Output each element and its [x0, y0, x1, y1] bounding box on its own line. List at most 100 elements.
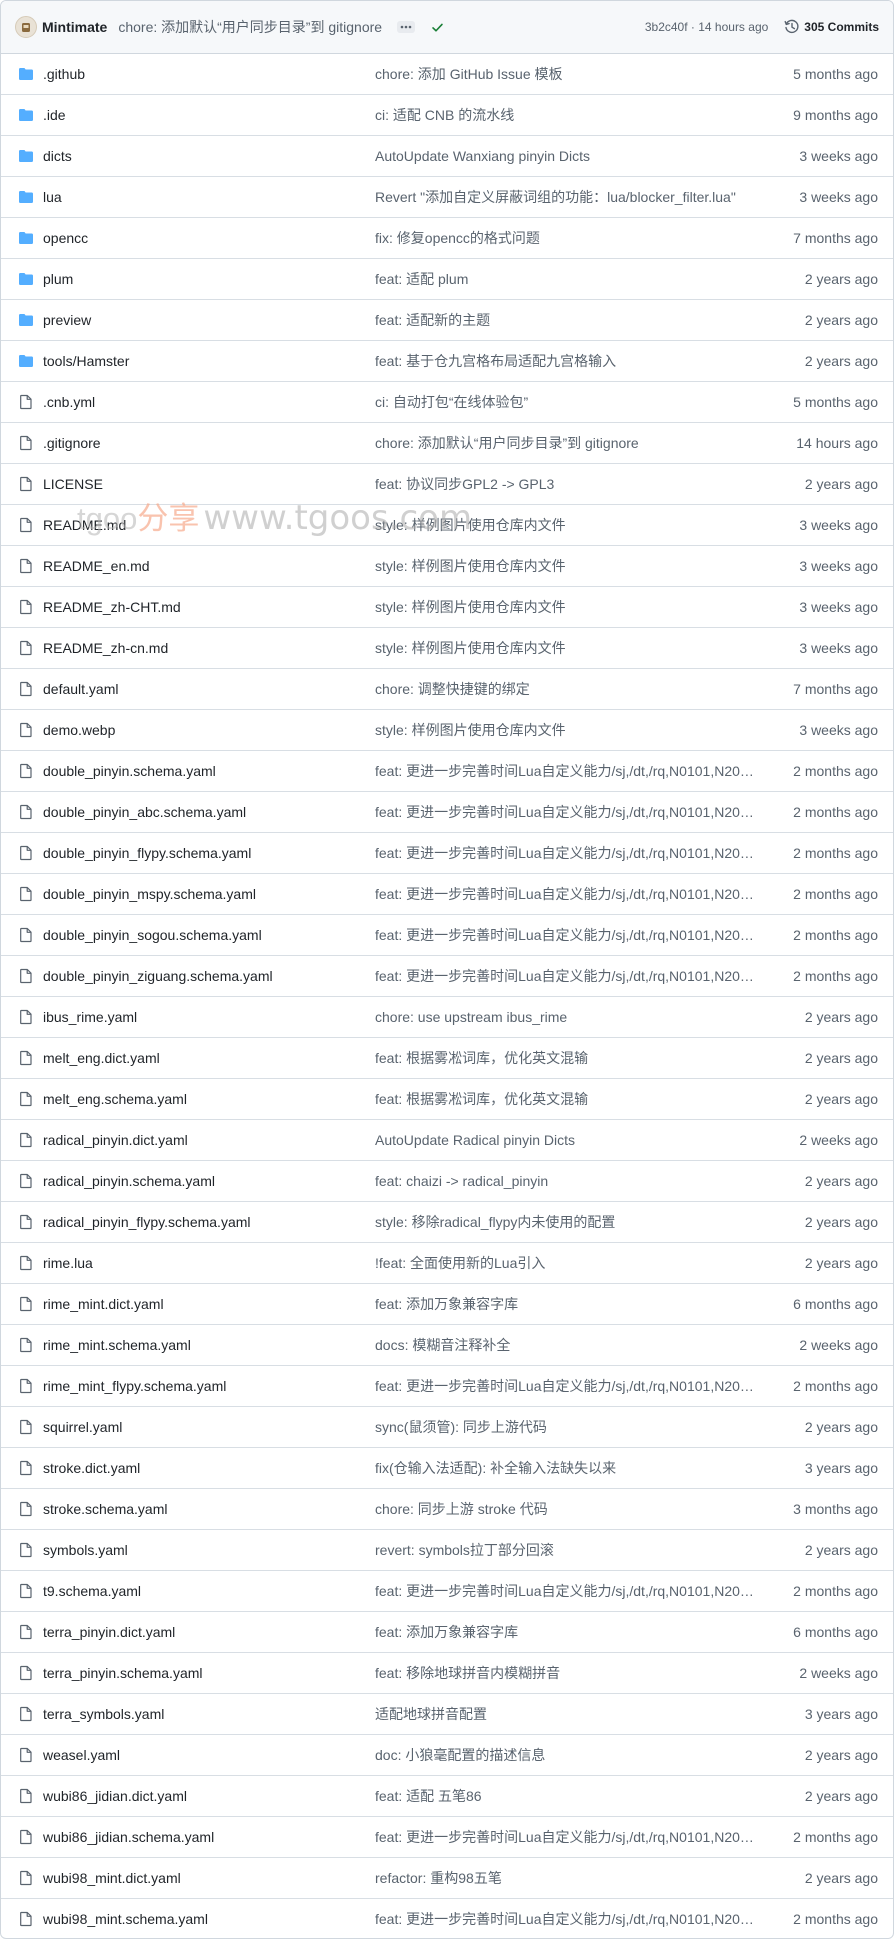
file-commit-message[interactable]: refactor: 重构98五笔 — [375, 1870, 757, 1886]
file-row[interactable]: stroke.schema.yaml chore: 同步上游 stroke 代码 3… — [1, 1489, 893, 1530]
expand-commit-button[interactable] — [397, 21, 416, 33]
file-row[interactable]: terra_pinyin.dict.yaml feat: 添加万象兼容字库 6 mo… — [1, 1612, 893, 1653]
file-commit-message[interactable]: style: 样例图片使用仓库内文件 — [375, 722, 757, 738]
file-row[interactable]: .ide ci: 适配 CNB 的流水线 9 months ago — [1, 95, 893, 136]
file-name-link[interactable]: t9.schema.yaml — [43, 1583, 141, 1599]
file-name-link[interactable]: demo.webp — [43, 722, 115, 738]
file-name-link[interactable]: radical_pinyin.schema.yaml — [43, 1173, 215, 1189]
author-avatar[interactable] — [15, 16, 37, 38]
file-commit-message[interactable]: sync(鼠须管): 同步上游代码 — [375, 1419, 757, 1435]
file-commit-message[interactable]: doc: 小狼毫配置的描述信息 — [375, 1747, 757, 1763]
file-name-link[interactable]: weasel.yaml — [43, 1747, 120, 1763]
file-name-link[interactable]: terra_pinyin.schema.yaml — [43, 1665, 203, 1681]
file-commit-message[interactable]: style: 样例图片使用仓库内文件 — [375, 517, 757, 533]
file-row[interactable]: dicts AutoUpdate Wanxiang pinyin Dicts 3 w… — [1, 136, 893, 177]
file-row[interactable]: wubi98_mint.dict.yaml refactor: 重构98五笔 2 y… — [1, 1858, 893, 1899]
file-name-link[interactable]: stroke.schema.yaml — [43, 1501, 167, 1517]
file-name-link[interactable]: ibus_rime.yaml — [43, 1009, 137, 1025]
file-commit-message[interactable]: feat: 适配 五笔86 — [375, 1788, 757, 1804]
file-row[interactable]: rime_mint.schema.yaml docs: 模糊音注释补全 2 week… — [1, 1325, 893, 1366]
file-name-link[interactable]: rime_mint_flypy.schema.yaml — [43, 1378, 226, 1394]
file-name-link[interactable]: README_zh-CHT.md — [43, 599, 181, 615]
file-commit-message[interactable]: style: 样例图片使用仓库内文件 — [375, 558, 757, 574]
file-name-link[interactable]: terra_pinyin.dict.yaml — [43, 1624, 175, 1640]
file-commit-message[interactable]: feat: 更进一步完善时间Lua自定义能力/sj,/dt,/rq,N0101,… — [375, 845, 757, 861]
file-commit-message[interactable]: chore: use upstream ibus_rime — [375, 1009, 757, 1025]
file-commit-message[interactable]: feat: 更进一步完善时间Lua自定义能力/sj,/dt,/rq,N0101,… — [375, 968, 757, 984]
file-name-link[interactable]: README_en.md — [43, 558, 150, 574]
file-row[interactable]: terra_pinyin.schema.yaml feat: 移除地球拼音内模糊拼… — [1, 1653, 893, 1694]
file-name-link[interactable]: melt_eng.schema.yaml — [43, 1091, 187, 1107]
file-name-link[interactable]: plum — [43, 271, 73, 287]
file-row[interactable]: .cnb.yml ci: 自动打包“在线体验包” 5 months ago — [1, 382, 893, 423]
file-name-link[interactable]: lua — [43, 189, 62, 205]
file-name-link[interactable]: symbols.yaml — [43, 1542, 128, 1558]
file-row[interactable]: README_zh-cn.md style: 样例图片使用仓库内文件 3 weeks… — [1, 628, 893, 669]
file-row[interactable]: double_pinyin_abc.schema.yaml feat: 更进一步完… — [1, 792, 893, 833]
file-commit-message[interactable]: feat: 更进一步完善时间Lua自定义能力/sj,/dt,/rq,N0101,… — [375, 1583, 757, 1599]
file-row[interactable]: demo.webp style: 样例图片使用仓库内文件 3 weeks ago — [1, 710, 893, 751]
file-commit-message[interactable]: feat: 适配新的主题 — [375, 312, 757, 328]
file-commit-message[interactable]: fix(仓输入法适配): 补全输入法缺失以来 — [375, 1460, 757, 1476]
file-name-link[interactable]: LICENSE — [43, 476, 103, 492]
file-row[interactable]: radical_pinyin_flypy.schema.yaml style: 移… — [1, 1202, 893, 1243]
file-row[interactable]: .github chore: 添加 GitHub Issue 模板 5 months… — [1, 54, 893, 95]
file-row[interactable]: double_pinyin_mspy.schema.yaml feat: 更进一步… — [1, 874, 893, 915]
file-row[interactable]: preview feat: 适配新的主题 2 years ago — [1, 300, 893, 341]
file-row[interactable]: radical_pinyin.dict.yaml AutoUpdate Radic… — [1, 1120, 893, 1161]
file-commit-message[interactable]: feat: 添加万象兼容字库 — [375, 1624, 757, 1640]
file-row[interactable]: wubi86_jidian.dict.yaml feat: 适配 五笔86 2 ye… — [1, 1776, 893, 1817]
file-row[interactable]: wubi86_jidian.schema.yaml feat: 更进一步完善时间L… — [1, 1817, 893, 1858]
file-row[interactable]: radical_pinyin.schema.yaml feat: chaizi -… — [1, 1161, 893, 1202]
file-row[interactable]: LICENSE feat: 协议同步GPL2 -> GPL3 2 years ago — [1, 464, 893, 505]
file-row[interactable]: double_pinyin_ziguang.schema.yaml feat: 更… — [1, 956, 893, 997]
file-row[interactable]: t9.schema.yaml feat: 更进一步完善时间Lua自定义能力/sj,… — [1, 1571, 893, 1612]
file-name-link[interactable]: double_pinyin_flypy.schema.yaml — [43, 845, 251, 861]
file-commit-message[interactable]: chore: 添加默认“用户同步目录”到 gitignore — [375, 435, 757, 451]
file-commit-message[interactable]: AutoUpdate Radical pinyin Dicts — [375, 1132, 757, 1148]
file-name-link[interactable]: default.yaml — [43, 681, 118, 697]
file-commit-message[interactable]: feat: 基于仓九宫格布局适配九宫格输入 — [375, 353, 757, 369]
file-row[interactable]: terra_symbols.yaml 适配地球拼音配置 3 years ago — [1, 1694, 893, 1735]
file-commit-message[interactable]: !feat: 全面使用新的Lua引入 — [375, 1255, 757, 1271]
file-commit-message[interactable]: feat: 协议同步GPL2 -> GPL3 — [375, 476, 757, 492]
file-name-link[interactable]: double_pinyin_ziguang.schema.yaml — [43, 968, 273, 984]
file-name-link[interactable]: wubi86_jidian.dict.yaml — [43, 1788, 187, 1804]
file-commit-message[interactable]: 适配地球拼音配置 — [375, 1706, 757, 1722]
file-name-link[interactable]: wubi86_jidian.schema.yaml — [43, 1829, 214, 1845]
file-row[interactable]: README_en.md style: 样例图片使用仓库内文件 3 weeks ag… — [1, 546, 893, 587]
file-name-link[interactable]: rime_mint.dict.yaml — [43, 1296, 164, 1312]
file-name-link[interactable]: preview — [43, 312, 91, 328]
file-row[interactable]: melt_eng.schema.yaml feat: 根据雾凇词库，优化英文混输 2… — [1, 1079, 893, 1120]
file-row[interactable]: .gitignore chore: 添加默认“用户同步目录”到 gitignore… — [1, 423, 893, 464]
file-commit-message[interactable]: fix: 修复opencc的格式问题 — [375, 230, 757, 246]
file-commit-message[interactable]: revert: symbols拉丁部分回滚 — [375, 1542, 757, 1558]
file-name-link[interactable]: .cnb.yml — [43, 394, 95, 410]
file-commit-message[interactable]: feat: 更进一步完善时间Lua自定义能力/sj,/dt,/rq,N0101,… — [375, 1829, 757, 1845]
file-name-link[interactable]: rime.lua — [43, 1255, 93, 1271]
file-name-link[interactable]: terra_symbols.yaml — [43, 1706, 164, 1722]
file-name-link[interactable]: opencc — [43, 230, 88, 246]
file-name-link[interactable]: radical_pinyin.dict.yaml — [43, 1132, 188, 1148]
file-commit-message[interactable]: feat: 根据雾凇词库，优化英文混输 — [375, 1050, 757, 1066]
file-commit-message[interactable]: feat: 更进一步完善时间Lua自定义能力/sj,/dt,/rq,N0101,… — [375, 763, 757, 779]
file-row[interactable]: double_pinyin_flypy.schema.yaml feat: 更进一… — [1, 833, 893, 874]
file-row[interactable]: squirrel.yaml sync(鼠须管): 同步上游代码 2 years ag… — [1, 1407, 893, 1448]
file-row[interactable]: ibus_rime.yaml chore: use upstream ibus_r… — [1, 997, 893, 1038]
file-name-link[interactable]: dicts — [43, 148, 72, 164]
file-row[interactable]: opencc fix: 修复opencc的格式问题 7 months ago — [1, 218, 893, 259]
commits-history-link[interactable]: 305 Commits — [784, 19, 879, 35]
file-row[interactable]: README.md style: 样例图片使用仓库内文件 3 weeks ago — [1, 505, 893, 546]
file-name-link[interactable]: rime_mint.schema.yaml — [43, 1337, 191, 1353]
file-row[interactable]: default.yaml chore: 调整快捷键的绑定 7 months ago — [1, 669, 893, 710]
file-row[interactable]: symbols.yaml revert: symbols拉丁部分回滚 2 years… — [1, 1530, 893, 1571]
file-row[interactable]: wubi98_mint.schema.yaml feat: 更进一步完善时间Lua… — [1, 1899, 893, 1938]
file-name-link[interactable]: squirrel.yaml — [43, 1419, 122, 1435]
file-name-link[interactable]: .gitignore — [43, 435, 101, 451]
file-name-link[interactable]: double_pinyin_mspy.schema.yaml — [43, 886, 256, 902]
file-commit-message[interactable]: ci: 适配 CNB 的流水线 — [375, 107, 757, 123]
file-commit-message[interactable]: chore: 同步上游 stroke 代码 — [375, 1501, 757, 1517]
commit-author[interactable]: Mintimate — [42, 19, 107, 35]
file-row[interactable]: rime_mint_flypy.schema.yaml feat: 更进一步完善时… — [1, 1366, 893, 1407]
file-row[interactable]: rime_mint.dict.yaml feat: 添加万象兼容字库 6 month… — [1, 1284, 893, 1325]
